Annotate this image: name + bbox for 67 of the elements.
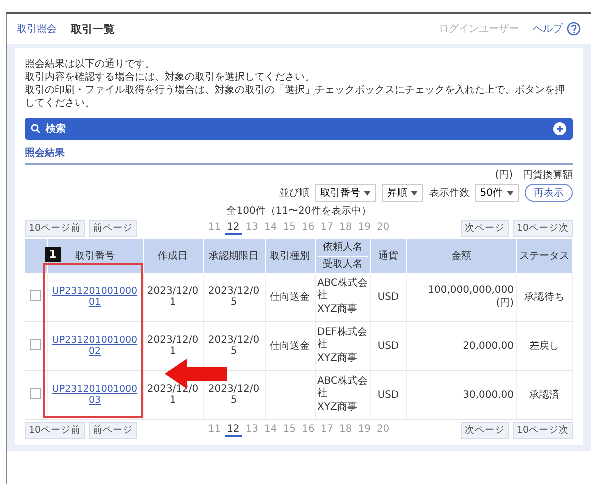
table-cell-text: XYZ商事 (318, 304, 358, 316)
help-link[interactable]: ヘルプ (533, 22, 563, 36)
table-cell: 30,000.00 (406, 370, 516, 420)
caret-icon (411, 190, 418, 196)
table-cell: 仕向送金 (265, 322, 315, 370)
table-cell: 仕向送金 (265, 273, 315, 322)
count-label: 表示件数 (429, 186, 470, 200)
step-badge: 1 (45, 247, 61, 262)
notice-text: 取引内容を確認する場合には、対象の取引を選択してください。 (25, 71, 316, 84)
column-header: 金額 (406, 239, 516, 273)
breadcrumb-link[interactable]: 取引照会 (17, 22, 57, 36)
table-cell-text: XYZ商事 (318, 353, 358, 365)
transaction-link[interactable]: UP23120100100001 (50, 286, 140, 308)
table-cell: DEF株式会社 (318, 327, 368, 351)
last-page-button[interactable]: 10ページ次 (512, 220, 573, 237)
count-dropdown[interactable]: 50件 (475, 184, 519, 202)
sort-field-dropdown[interactable]: 取引番号 (315, 184, 376, 202)
next-page-button[interactable]: 次ページ (460, 220, 509, 237)
table-cell-text: XYZ商事 (318, 402, 358, 414)
column-header: 通貨 (370, 239, 406, 273)
first-page-button[interactable]: 10ページ前 (25, 422, 86, 439)
page-link[interactable]: 12 (225, 222, 242, 235)
row-checkbox[interactable] (30, 339, 42, 350)
result-count: 全100件（11〜20件を表示中） (226, 204, 372, 218)
user-name: ログインユーザー (439, 23, 519, 36)
next-page-button[interactable]: 次ページ (460, 422, 509, 439)
previous-page-button[interactable]: 前ページ (89, 220, 138, 237)
table-cell: USD (370, 370, 406, 420)
table-cell: USD (370, 322, 406, 370)
caret-icon (507, 190, 514, 196)
search-icon (31, 124, 41, 134)
redisplay-button[interactable]: 再表示 (525, 184, 573, 202)
notice-text: 照会結果は以下の通りです。 (25, 58, 156, 71)
table-cell: 承認済 (516, 370, 572, 420)
caret-icon (364, 190, 372, 196)
last-page-button[interactable]: 10ページ次 (512, 422, 573, 439)
table-cell: 100,000,000,000 (円) (406, 273, 516, 322)
table-cell: 2023/12/01 (143, 273, 203, 322)
column-header: 依頼人名 (318, 240, 368, 256)
table-cell: 20,000.00 (406, 322, 516, 370)
legend-text: 円貨換算額 (523, 168, 573, 182)
table-cell: 2023/12/05 (203, 273, 265, 322)
table-cell: ABC株式会社 (318, 376, 368, 400)
column-header: 取引種別 (265, 239, 315, 273)
legend-text: (円) (495, 169, 513, 182)
section-heading: 照会結果 (25, 140, 573, 165)
notice-text: 取引の印刷・ファイル取得を行う場合は、対象の取引の「選択」チェックボックスにチェックを入れた上で、ボタンを押してください。 (25, 84, 566, 110)
sort-label: 並び順 (279, 187, 310, 200)
page-link[interactable]: 12 (225, 424, 242, 437)
transaction-link[interactable]: UP23120100100003 (50, 384, 140, 406)
sort-order-dropdown[interactable]: 昇順 (382, 184, 424, 202)
table-cell: 差戻し (516, 322, 572, 370)
transaction-link[interactable]: UP23120100100002 (50, 335, 140, 357)
row-checkbox[interactable] (30, 290, 42, 301)
column-header: 承認期限日 (203, 239, 265, 273)
column-header: 受取人名 (322, 258, 364, 272)
first-page-button[interactable]: 10ページ前 (25, 220, 86, 237)
page-title: 取引一覧 (71, 22, 115, 36)
column-header: ステータス (516, 239, 572, 273)
previous-page-button[interactable]: 前ページ (89, 422, 138, 439)
help-icon[interactable] (567, 22, 581, 36)
search-panel-bar[interactable]: 検索 (25, 118, 573, 140)
column-header: 作成日 (143, 239, 203, 273)
table-cell: USD (370, 273, 406, 322)
table-cell: ABC株式会社 (318, 278, 368, 302)
table-cell: 承認待ち (516, 273, 572, 322)
row-checkbox[interactable] (30, 388, 42, 399)
